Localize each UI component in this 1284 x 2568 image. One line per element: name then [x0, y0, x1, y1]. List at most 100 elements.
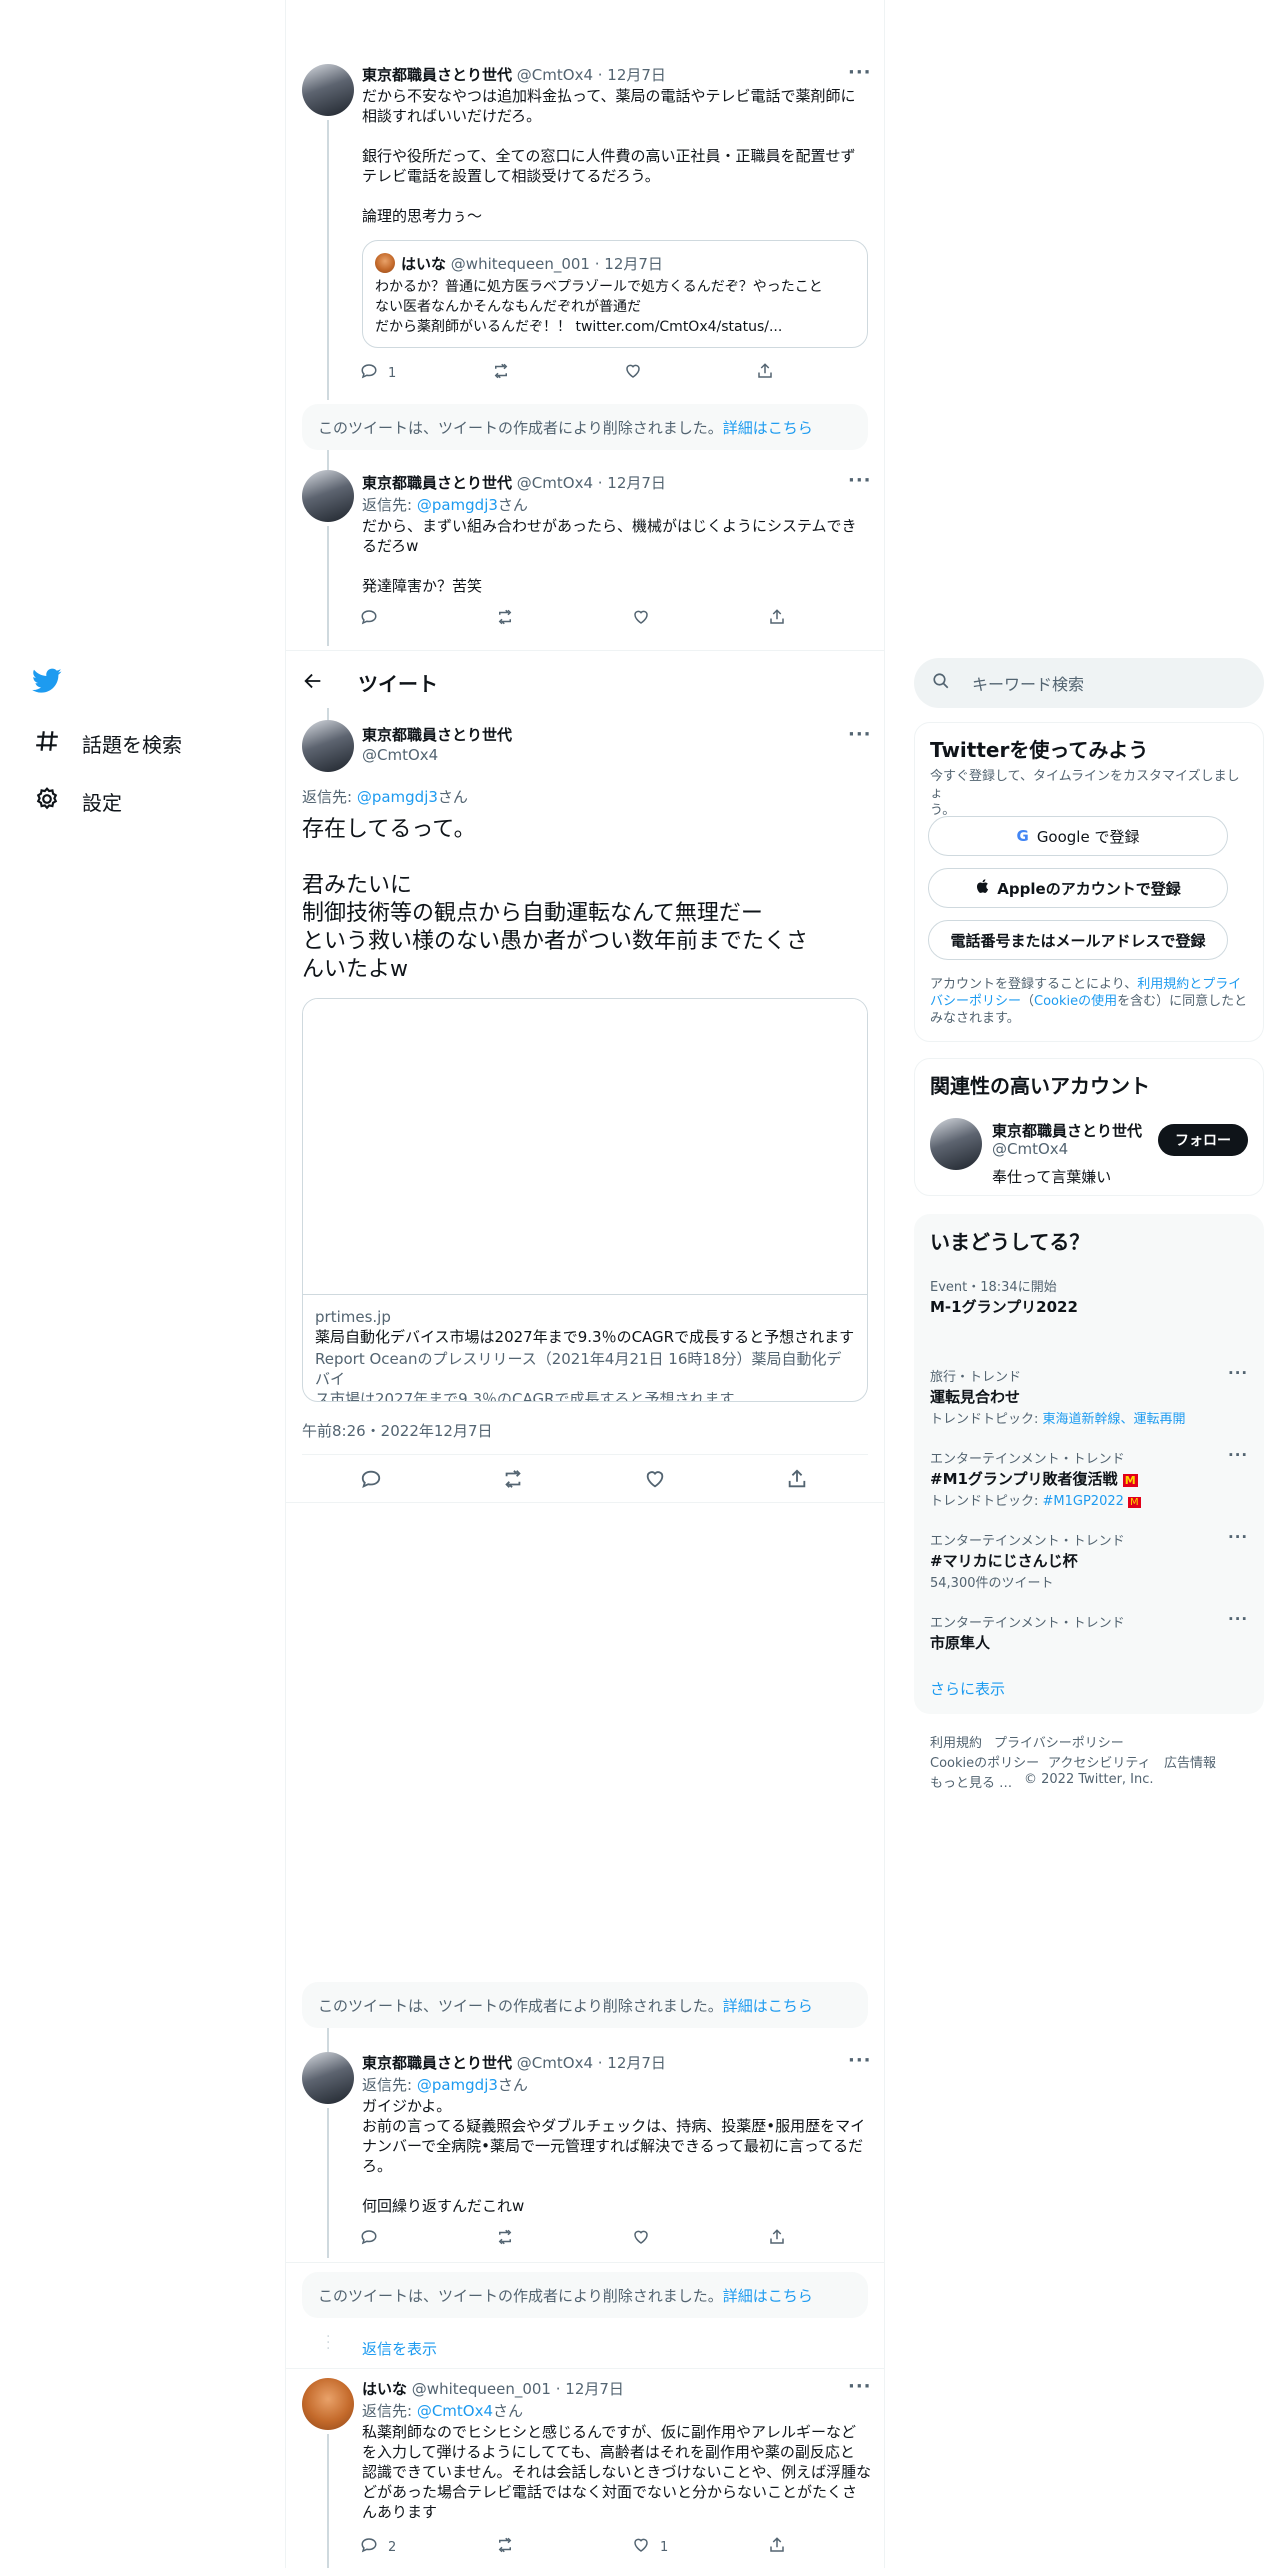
author-name[interactable]: 東京都職員さとり世代 — [362, 2054, 512, 2072]
author-name[interactable]: 東京都職員さとり世代 — [362, 726, 512, 744]
heart-icon — [632, 2228, 650, 2250]
like-button[interactable]: 1 — [632, 2536, 768, 2558]
retweet-button[interactable] — [496, 608, 632, 630]
retweet-icon — [492, 362, 510, 384]
author-name[interactable]: はいな — [362, 2380, 407, 2398]
reply-button[interactable] — [360, 2228, 496, 2250]
more-icon[interactable]: ··· — [848, 2376, 872, 2397]
search-bar[interactable]: キーワード検索 — [914, 658, 1264, 708]
trend-name[interactable]: #M1グランプリ敗者復活戦 M — [930, 1468, 1138, 1489]
trend-meta: 旅行・トレンド — [930, 1370, 1022, 1385]
author-meta[interactable]: @CmtOx4 · 12月7日 — [517, 66, 666, 84]
link-card-description: Report Oceanのプレスリリース（2021年4月21日 16時18分）薬… — [315, 1350, 842, 1402]
related-avatar[interactable] — [930, 1118, 982, 1170]
share-button[interactable] — [768, 2228, 786, 2250]
reply-to-link[interactable]: @pamgdj3 — [417, 496, 498, 514]
reply-to: 返信先: @pamgdj3さん — [362, 2074, 528, 2095]
tweet-timestamp[interactable]: 午前8:26・2022年12月7日 — [302, 1420, 493, 1441]
trend-name[interactable]: 市原隼人 — [930, 1632, 990, 1653]
share-button[interactable] — [768, 2536, 786, 2558]
reply-to-link[interactable]: @pamgdj3 — [357, 788, 438, 806]
reply-button[interactable] — [360, 1468, 502, 1494]
reply-button[interactable] — [360, 608, 496, 630]
like-button[interactable] — [644, 1468, 786, 1494]
like-button[interactable] — [632, 608, 768, 630]
phone-email-signup-button[interactable]: 電話番号またはメールアドレスで登録 — [928, 920, 1228, 960]
reply-to-link[interactable]: @pamgdj3 — [417, 2076, 498, 2094]
footer-ads-link[interactable]: 広告情報 — [1164, 1752, 1216, 1771]
apple-signup-button[interactable]: Appleのアカウントで登録 — [928, 868, 1228, 908]
author-meta[interactable]: @CmtOx4 · 12月7日 — [517, 2054, 666, 2072]
related-name[interactable]: 東京都職員さとり世代 — [992, 1120, 1142, 1141]
trend-name[interactable]: M-1グランプリ2022 — [930, 1296, 1078, 1317]
follow-button[interactable]: フォロー — [1158, 1124, 1248, 1156]
learn-more-link[interactable]: 詳細はこちら — [723, 1997, 813, 2015]
retweet-button[interactable] — [496, 2228, 632, 2250]
twitter-logo-icon[interactable] — [32, 668, 62, 698]
retweet-button[interactable] — [496, 2536, 632, 2558]
quoted-tweet[interactable]: はいな @whitequeen_001 · 12月7日 わかるか？普通に処方医ラ… — [362, 240, 868, 348]
footer-more-link[interactable]: もっと見る … — [930, 1772, 1012, 1791]
author-name[interactable]: 東京都職員さとり世代 — [362, 66, 512, 84]
reply-button[interactable]: 2 — [360, 2536, 496, 2558]
google-signup-label: Google で登録 — [1036, 827, 1140, 846]
back-arrow-icon[interactable] — [302, 670, 324, 696]
column-border-right — [884, 0, 885, 2568]
more-icon[interactable]: ··· — [848, 62, 872, 83]
author-name[interactable]: 東京都職員さとり世代 — [362, 474, 512, 492]
share-button[interactable] — [786, 1468, 808, 1494]
trend-more-icon[interactable]: ··· — [1228, 1364, 1248, 1382]
trend-topic-link[interactable]: 東海道新幹線、運転再開 — [1043, 1412, 1186, 1427]
trend-more-icon[interactable]: ··· — [1228, 1528, 1248, 1546]
footer-terms-link[interactable]: 利用規約 — [930, 1732, 982, 1751]
avatar[interactable] — [302, 2052, 354, 2104]
like-count: 1 — [660, 2539, 669, 2555]
reply-to-link[interactable]: @CmtOx4 — [417, 2402, 493, 2420]
avatar[interactable] — [302, 720, 354, 772]
reply-button[interactable]: 1 — [360, 362, 492, 384]
heart-icon — [632, 608, 650, 630]
footer-accessibility-link[interactable]: アクセシビリティ — [1048, 1752, 1151, 1771]
hashtag-icon — [34, 728, 60, 759]
trend-topic-link[interactable]: #M1GP2022 — [1043, 1494, 1124, 1509]
share-button[interactable] — [768, 608, 786, 630]
heart-icon — [624, 362, 642, 384]
search-input[interactable]: キーワード検索 — [972, 671, 1084, 695]
link-card[interactable]: prtimes.jp 薬局自動化デバイス市場は2027年まで9.3％のCAGRで… — [302, 998, 868, 1402]
author-meta[interactable]: @whitequeen_001 · 12月7日 — [412, 2380, 624, 2398]
google-signup-button[interactable]: G Google で登録 — [928, 816, 1228, 856]
avatar[interactable] — [302, 64, 354, 116]
related-bio: 奉仕って言葉嫌い — [992, 1168, 1112, 1186]
footer-privacy-link[interactable]: プライバシーポリシー — [994, 1732, 1124, 1751]
more-icon[interactable]: ··· — [848, 2050, 872, 2071]
more-icon[interactable]: ··· — [848, 470, 872, 491]
trend-name[interactable]: #マリカにじさんじ杯 — [930, 1550, 1078, 1571]
trend-more-icon[interactable]: ··· — [1228, 1610, 1248, 1628]
timestamp-text: 午前8:26・2022年12月7日 — [302, 1422, 493, 1440]
retweet-button[interactable] — [492, 362, 624, 384]
thread-line — [327, 526, 329, 646]
show-replies-link[interactable]: 返信を表示 — [362, 2338, 437, 2359]
tweet-header: はいな @whitequeen_001 · 12月7日 — [362, 2378, 624, 2399]
author-handle[interactable]: @CmtOx4 — [362, 746, 438, 764]
retweet-button[interactable] — [502, 1468, 644, 1494]
related-handle[interactable]: @CmtOx4 — [992, 1140, 1068, 1158]
trend-more-icon[interactable]: ··· — [1228, 1446, 1248, 1464]
cookie-link[interactable]: Cookieの使用 — [1034, 994, 1117, 1009]
tweet-text: だから、まずい組み合わせがあったら、機械がはじくようにシステムでき るだろw 発… — [362, 517, 857, 595]
show-more-link[interactable]: さらに表示 — [930, 1678, 1005, 1699]
avatar[interactable] — [302, 470, 354, 522]
nav-settings[interactable]: 設定 — [34, 786, 122, 817]
like-button[interactable] — [624, 362, 756, 384]
like-button[interactable] — [632, 2228, 768, 2250]
reply-to-suffix: さん — [493, 2402, 524, 2420]
more-icon[interactable]: ··· — [848, 724, 872, 745]
footer-cookie-link[interactable]: Cookieのポリシー — [930, 1752, 1039, 1771]
nav-explore[interactable]: 話題を検索 — [34, 728, 182, 759]
trend-name[interactable]: 運転見合わせ — [930, 1386, 1020, 1407]
share-button[interactable] — [756, 362, 774, 384]
author-meta[interactable]: @CmtOx4 · 12月7日 — [517, 474, 666, 492]
avatar[interactable] — [302, 2378, 354, 2430]
learn-more-link[interactable]: 詳細はこちら — [723, 419, 813, 437]
learn-more-link[interactable]: 詳細はこちら — [723, 2287, 813, 2305]
